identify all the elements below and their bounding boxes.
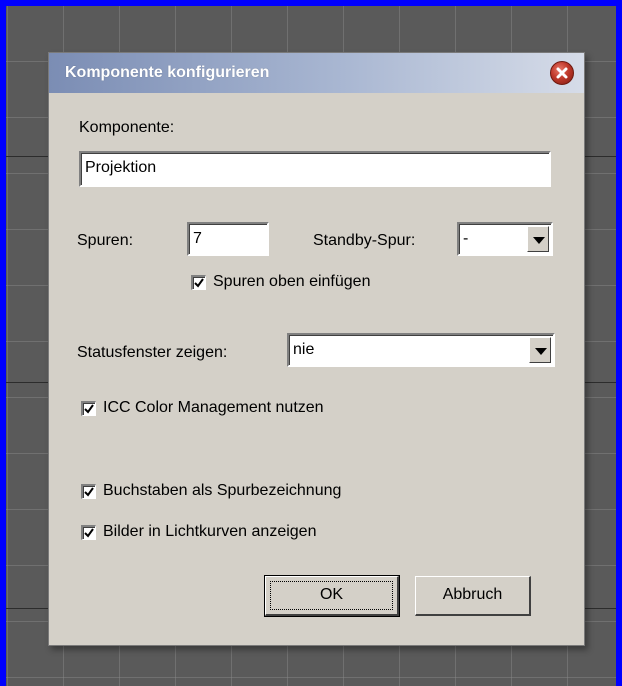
status-window-label: Statusfenster zeigen: <box>77 344 228 361</box>
images-checkbox[interactable] <box>81 525 96 540</box>
dialog-title: Komponente konfigurieren <box>65 64 270 81</box>
checkmark-icon <box>84 487 94 497</box>
status-window-value: nie <box>293 341 315 358</box>
insert-top-checkbox[interactable] <box>191 275 206 290</box>
chevron-down-icon[interactable] <box>527 226 549 252</box>
configure-component-dialog: Komponente konfigurieren Komponente: Pro… <box>48 52 585 646</box>
component-label: Komponente: <box>79 119 175 136</box>
close-button[interactable] <box>550 61 574 85</box>
letters-checkbox[interactable] <box>81 484 96 499</box>
status-window-dropdown[interactable]: nie <box>287 333 555 367</box>
title-bar[interactable]: Komponente konfigurieren <box>49 53 584 93</box>
standby-track-label: Standby-Spur: <box>313 232 416 249</box>
checkmark-icon <box>84 528 94 538</box>
ok-button[interactable]: OK <box>264 575 400 617</box>
chevron-down-icon[interactable] <box>529 337 551 363</box>
cancel-button-label: Abbruch <box>442 586 503 603</box>
tracks-field[interactable]: 7 <box>187 222 269 256</box>
cancel-button[interactable]: Abbruch <box>415 576 531 616</box>
checkmark-icon <box>194 278 204 288</box>
tracks-value: 7 <box>193 230 202 247</box>
focus-rectangle <box>270 581 393 610</box>
checkmark-icon <box>84 404 94 414</box>
close-icon <box>556 67 568 79</box>
insert-top-label: Spuren oben einfügen <box>213 273 371 290</box>
icc-checkbox[interactable] <box>81 401 96 416</box>
component-name-value: Projektion <box>85 159 157 176</box>
tracks-label: Spuren: <box>77 232 134 249</box>
standby-track-value: - <box>463 230 469 247</box>
standby-track-dropdown[interactable]: - <box>457 222 553 256</box>
component-name-field[interactable]: Projektion <box>79 151 551 187</box>
icc-label: ICC Color Management nutzen <box>103 399 324 416</box>
images-label: Bilder in Lichtkurven anzeigen <box>103 523 317 540</box>
letters-label: Buchstaben als Spurbezeichnung <box>103 482 342 499</box>
